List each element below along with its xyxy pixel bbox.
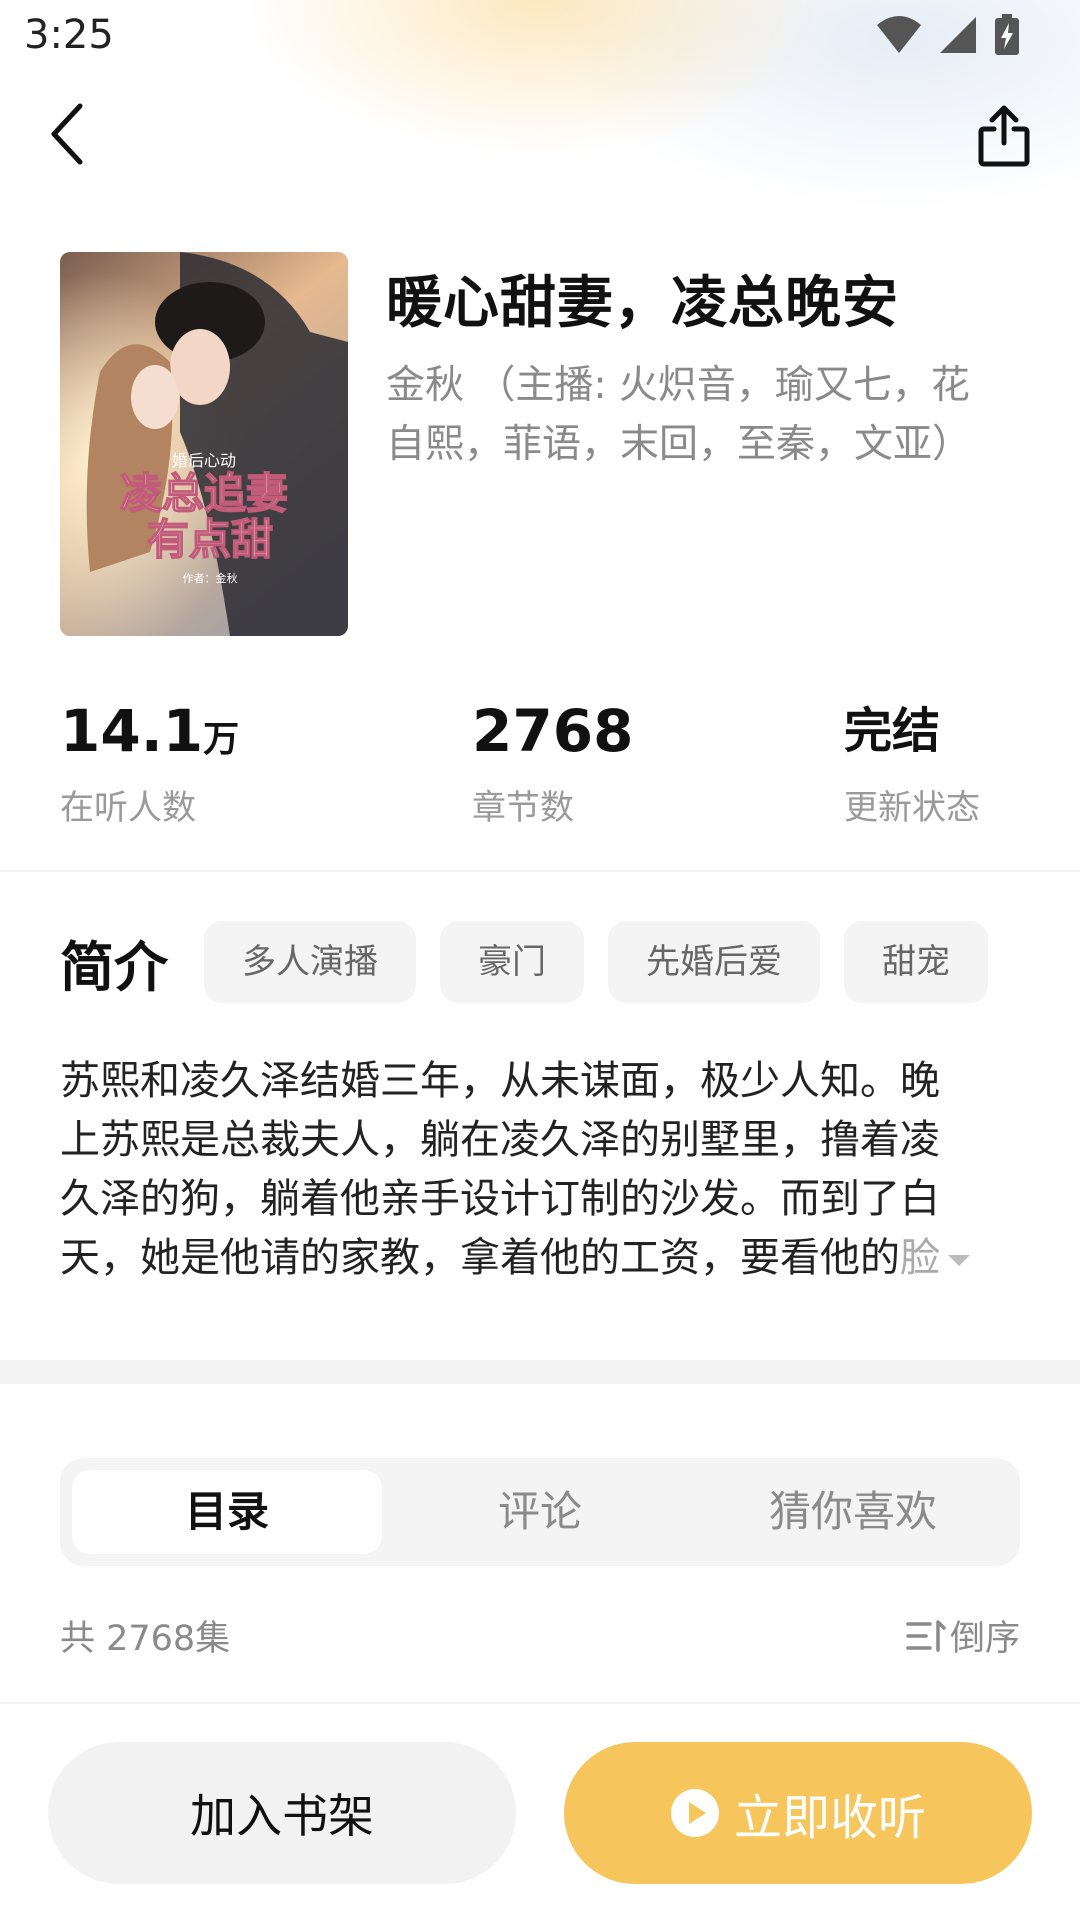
share-icon — [978, 105, 1030, 167]
author-line-2: 自熙，菲语，末回，至秦，文亚） — [386, 422, 972, 467]
book-stats: 14.1万 在听人数 2768 章节数 完结 更新状态 — [0, 694, 1080, 828]
cover-tag-text: 婚后心动 — [172, 451, 236, 470]
add-to-shelf-button[interactable]: 加入书架 — [48, 1742, 516, 1884]
expand-arrow-icon[interactable] — [948, 1254, 970, 1266]
battery-icon — [995, 14, 1019, 55]
intro-fade-text: 脸 — [900, 1235, 940, 1281]
content-tabs: 目录 评论 猜你喜欢 — [60, 1458, 1020, 1566]
episode-count: 共 2768集 — [60, 1619, 231, 1659]
stat-value: 14.1万 — [60, 697, 240, 765]
book-title: 暖心甜妻，凌总晚安 — [386, 271, 899, 336]
catalog-info-row: 共 2768集 倒序 — [60, 1610, 1020, 1660]
stat-status: 完结 更新状态 — [844, 694, 980, 829]
intro-line: 苏熙和凌久泽结婚三年，从未谋面，极少人知。晚 — [60, 1058, 940, 1104]
intro-title: 简介 — [60, 935, 168, 999]
tab-recommend[interactable]: 猜你喜欢 — [698, 1470, 1008, 1554]
play-icon — [670, 1789, 719, 1837]
cover-title-line-1: 凌总追妻 — [120, 469, 288, 518]
cellular-signal-icon — [940, 17, 976, 53]
book-cover-art: 婚后心动 凌总追妻 有点甜 作者：金秋 — [60, 252, 348, 636]
sort-icon — [906, 1619, 946, 1652]
status-icons — [876, 14, 1020, 56]
intro-header: 简介 多人演播 豪门 先婚后爱 甜宠 — [60, 920, 1012, 1004]
back-button[interactable] — [38, 92, 98, 176]
stat-label: 在听人数 — [60, 788, 196, 828]
stat-label: 更新状态 — [844, 788, 980, 828]
cover-title-line-2: 有点甜 — [147, 515, 273, 564]
stat-listeners: 14.1万 在听人数 — [60, 694, 239, 829]
divider — [0, 870, 1080, 872]
sort-label: 倒序 — [949, 1619, 1020, 1659]
chevron-left-icon — [51, 103, 83, 165]
sort-button[interactable]: 倒序 — [906, 1610, 1020, 1661]
intro-line: 久泽的狗，躺着他亲手设计订制的沙发。而到了白 — [60, 1176, 940, 1222]
tab-comments[interactable]: 评论 — [385, 1470, 695, 1554]
tag-chip[interactable]: 多人演播 — [204, 921, 416, 1003]
intro-text[interactable]: 苏熙和凌久泽结婚三年，从未谋面，极少人知。晚 上苏熙是总裁夫人，躺在凌久泽的别墅… — [60, 1052, 1010, 1288]
divider — [0, 1702, 1080, 1704]
listen-now-button[interactable]: 立即收听 — [564, 1742, 1032, 1884]
tag-chip[interactable]: 先婚后爱 — [608, 921, 820, 1003]
book-cover[interactable]: 婚后心动 凌总追妻 有点甜 作者：金秋 — [60, 252, 348, 636]
stat-chapters: 2768 章节数 — [472, 694, 633, 829]
share-button[interactable] — [968, 100, 1040, 172]
stat-value: 2768 — [472, 697, 634, 765]
add-to-shelf-label: 加入书架 — [190, 1789, 374, 1843]
intro-line: 上苏熙是总裁夫人，躺在凌久泽的别墅里，撸着凌 — [60, 1117, 940, 1163]
listen-now-label: 立即收听 — [733, 1790, 926, 1846]
tab-catalog[interactable]: 目录 — [72, 1470, 382, 1554]
stat-label: 章节数 — [472, 788, 574, 828]
status-bar: 3:25 — [0, 0, 1080, 72]
author-line-1: 金秋 （主播: 火炽音，瑜又七，花 — [386, 363, 970, 408]
wifi-icon — [877, 16, 921, 53]
book-author: 金秋 （主播: 火炽音，瑜又七，花 自熙，菲语，末回，至秦，文亚） — [386, 356, 1026, 474]
intro-line: 天，她是他请的家教，拿着他的工资，要看他的脸 — [60, 1229, 1010, 1288]
tag-chip[interactable]: 豪门 — [440, 921, 584, 1003]
stat-value: 完结 — [844, 703, 941, 759]
tag-chip[interactable]: 甜宠 — [844, 921, 988, 1003]
section-divider — [0, 1360, 1080, 1384]
cover-byline: 作者：金秋 — [183, 571, 238, 585]
status-time: 3:25 — [24, 12, 114, 58]
stat-unit: 万 — [203, 719, 240, 760]
